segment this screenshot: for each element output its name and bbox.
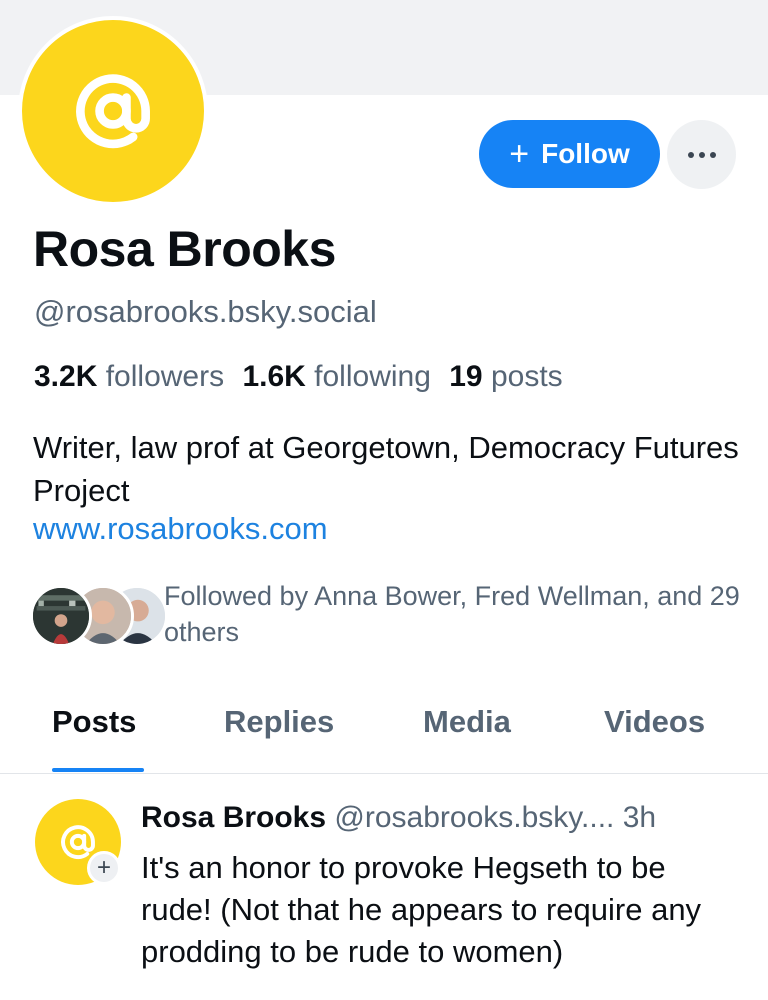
profile-tabs: Posts Replies Media Videos: [0, 690, 768, 774]
post-author-name[interactable]: Rosa Brooks: [141, 801, 326, 834]
following-count: 1.6K: [242, 360, 306, 393]
posts-label: posts: [490, 360, 563, 393]
tab-media[interactable]: Media: [423, 704, 511, 740]
ellipsis-icon: [687, 151, 716, 158]
followed-by-text: Followed by Anna Bower, Fred Wellman, an…: [164, 581, 740, 647]
followed-by-row[interactable]: Followed by Anna Bower, Fred Wellman, an…: [30, 578, 750, 658]
post-author-handle[interactable]: @rosabrooks.bsky....: [334, 801, 614, 834]
followers-stat[interactable]: 3.2K followers: [34, 360, 224, 393]
follow-button-label: Follow: [541, 138, 630, 169]
following-label: following: [314, 360, 431, 393]
at-sign-icon: [76, 74, 150, 149]
profile-handle: @rosabrooks.bsky.social: [34, 294, 377, 329]
posts-stat: 19 posts: [449, 360, 562, 393]
following-stat[interactable]: 1.6K following: [242, 360, 430, 393]
profile-website-link[interactable]: www.rosabrooks.com: [33, 511, 328, 547]
profile-avatar[interactable]: [18, 16, 208, 206]
tab-replies[interactable]: Replies: [224, 704, 334, 740]
more-options-button[interactable]: [667, 120, 736, 189]
plus-icon: +: [509, 135, 530, 173]
follow-button[interactable]: + Follow: [479, 120, 660, 188]
profile-display-name: Rosa Brooks: [33, 221, 336, 277]
follower-avatar: [30, 585, 92, 647]
followers-label: followers: [105, 360, 225, 393]
followers-count: 3.2K: [34, 360, 98, 393]
profile-stats: 3.2K followers 1.6K following 19 posts: [34, 360, 563, 394]
feed-post[interactable]: + Rosa Brooks @rosabrooks.bsky.... 3h It…: [0, 775, 768, 1000]
tab-posts[interactable]: Posts: [52, 704, 136, 740]
posts-count: 19: [449, 360, 483, 393]
post-header: Rosa Brooks @rosabrooks.bsky.... 3h: [141, 801, 656, 835]
post-body: It's an honor to provoke Hegseth to be r…: [141, 850, 702, 969]
follow-plus-icon[interactable]: +: [87, 851, 121, 885]
tab-videos[interactable]: Videos: [604, 704, 705, 740]
profile-bio: Writer, law prof at Georgetown, Democrac…: [33, 430, 739, 508]
active-tab-indicator: [52, 768, 144, 772]
post-timestamp[interactable]: 3h: [623, 801, 656, 834]
